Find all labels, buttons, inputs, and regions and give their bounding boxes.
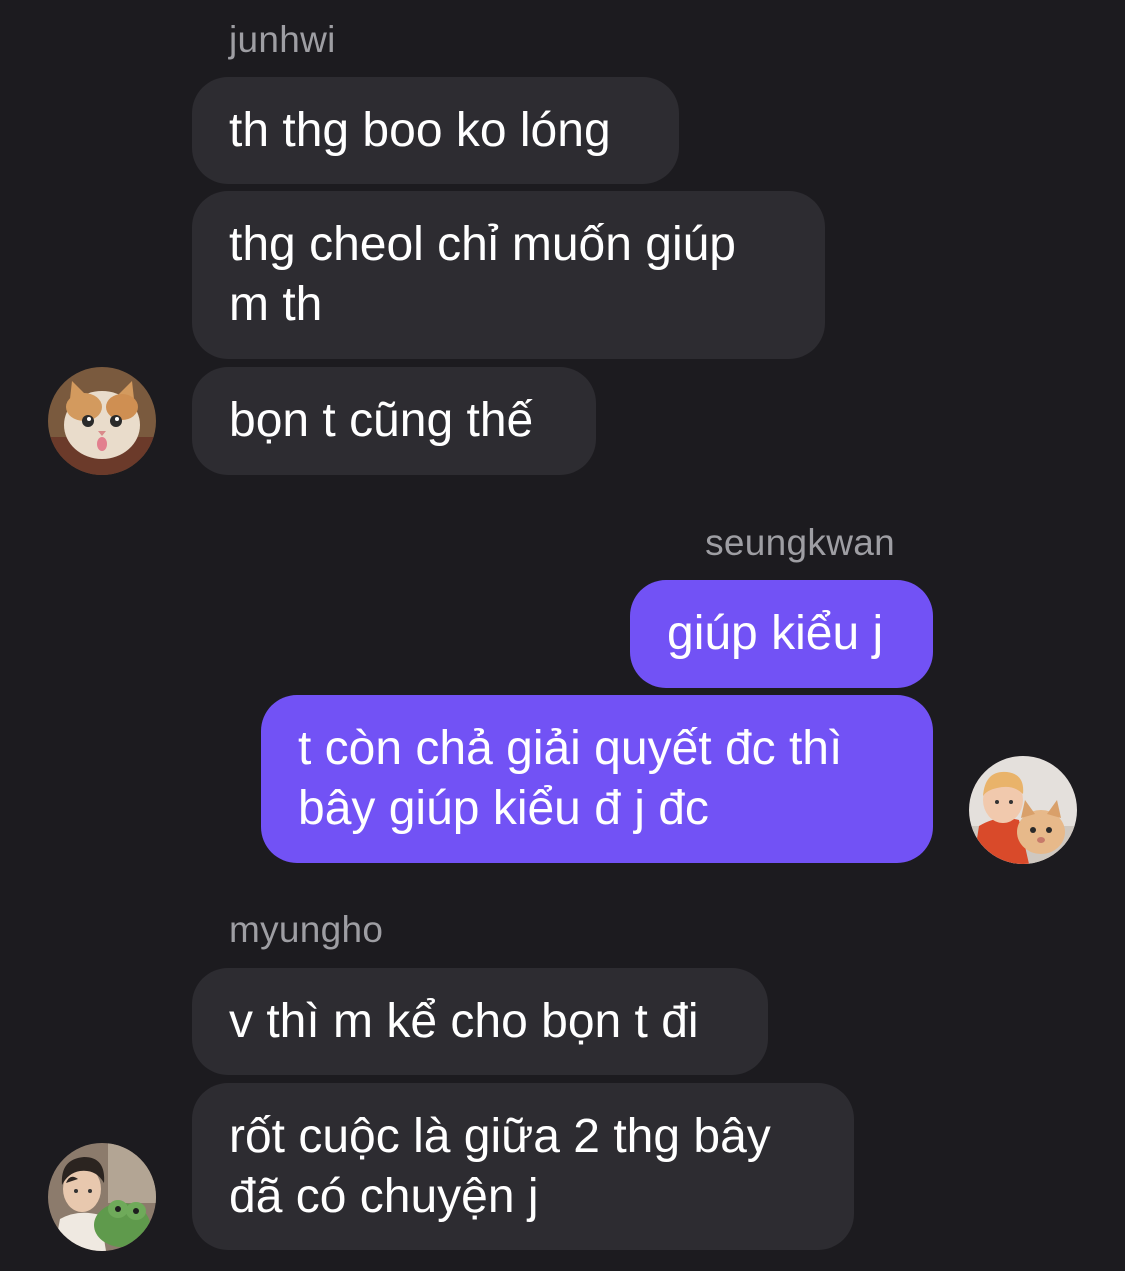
message-text: thg cheol chỉ muốn giúp (229, 218, 736, 271)
message-text: đã có chuyện j (229, 1170, 539, 1223)
message-text: t còn chả giải quyết đc thì (298, 722, 843, 775)
message-bubble[interactable]: v thì m kể cho bọn t đi (192, 968, 768, 1075)
message-bubble[interactable]: thg cheol chỉ muốn giúp m th (192, 191, 825, 359)
message-bubble[interactable]: giúp kiểu j (630, 580, 933, 688)
sender-name-junhwi: junhwi (229, 19, 336, 60)
message-bubble[interactable]: rốt cuộc là giữa 2 thg bây đã có chuyện … (192, 1083, 854, 1250)
message-bubble[interactable]: bọn t cũng thế (192, 367, 596, 475)
cat-avatar[interactable] (48, 367, 156, 475)
message-text: bọn t cũng thế (229, 394, 534, 447)
message-text: rốt cuộc là giữa 2 thg bây (229, 1110, 771, 1163)
sender-name-seungkwan: seungkwan (705, 522, 895, 563)
message-text: m th (229, 278, 323, 331)
person-with-plush-avatar[interactable] (48, 1143, 156, 1251)
message-bubble[interactable]: t còn chả giải quyết đc thì bây giúp kiể… (261, 695, 933, 863)
message-bubble[interactable]: th thg boo ko lóng (192, 77, 679, 184)
message-text: th thg boo ko lóng (229, 104, 611, 157)
message-text: v thì m kể cho bọn t đi (229, 995, 699, 1048)
message-text: giúp kiểu j (667, 607, 884, 660)
sender-name-myungho: myungho (229, 909, 384, 950)
person-with-cat-avatar[interactable] (969, 756, 1077, 864)
message-text: bây giúp kiểu đ j đc (298, 782, 709, 835)
